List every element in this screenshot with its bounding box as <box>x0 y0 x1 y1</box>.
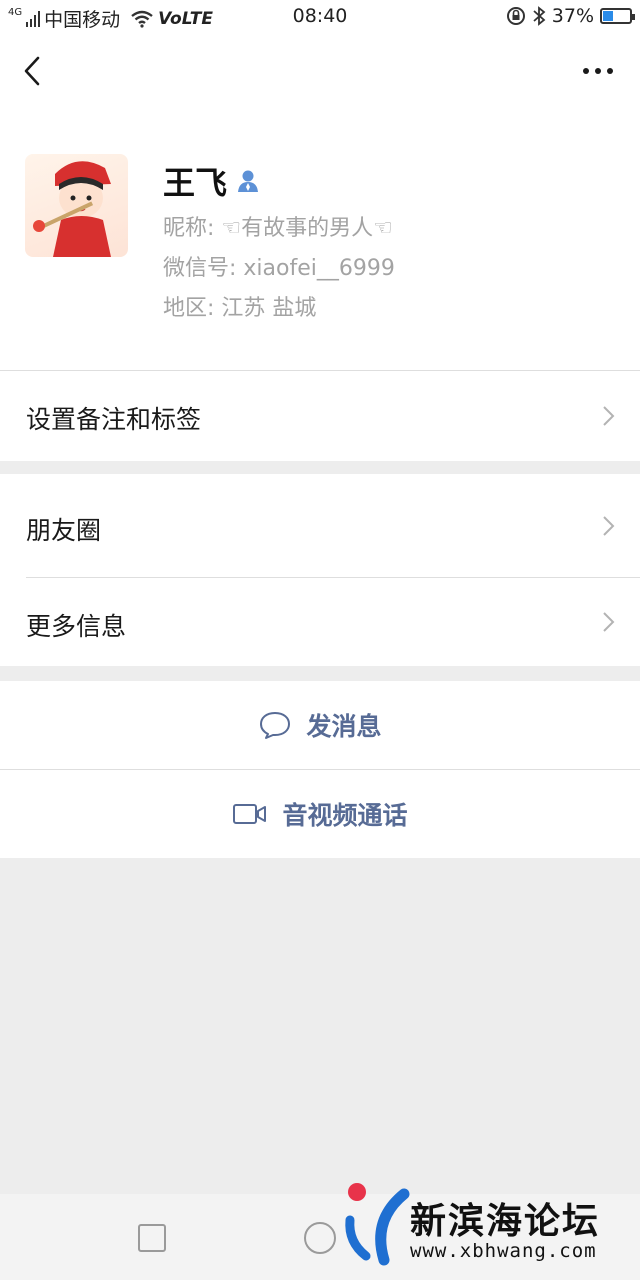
watermark: 新滨海论坛 www.xbhwang.com <box>342 1180 640 1280</box>
status-bar: 4G 中国移动 VoLTE 08:40 37% <box>0 0 640 34</box>
battery-level-fill <box>603 11 613 21</box>
avatar[interactable] <box>25 154 128 257</box>
profile-card: 王飞 昵称: ☜有故事的男人☜ 微信号: xiaofei__6999 地区: 江… <box>0 110 640 370</box>
chevron-right-icon <box>603 612 615 632</box>
row-more-info[interactable]: 更多信息 <box>0 578 640 666</box>
back-icon[interactable] <box>18 54 52 88</box>
status-right: 37% <box>506 5 635 27</box>
chat-bubble-icon <box>260 712 291 739</box>
nav-bar <box>0 34 640 110</box>
row-remarks-tags[interactable]: 设置备注和标签 <box>0 371 640 461</box>
avatar-illustration <box>33 161 111 257</box>
video-call-label: 音视频通话 <box>282 801 408 830</box>
home-button[interactable] <box>304 1222 336 1254</box>
more-info-label: 更多信息 <box>26 612 127 641</box>
battery-percent: 37% <box>551 5 594 27</box>
watermark-title: 新滨海论坛 <box>410 1201 601 1242</box>
video-camera-icon <box>233 804 267 824</box>
video-call-button[interactable]: 音视频通话 <box>0 770 640 858</box>
wechat-id-text: 微信号: xiaofei__6999 <box>163 256 395 281</box>
recent-apps-button[interactable] <box>138 1224 166 1252</box>
watermark-url: www.xbhwang.com <box>410 1240 597 1262</box>
gender-male-icon <box>238 170 259 192</box>
nickname-text: 昵称: ☜有故事的男人☜ <box>163 216 393 241</box>
moments-label: 朋友圈 <box>26 516 102 545</box>
name-row: 王飞 <box>163 158 261 204</box>
forum-logo <box>345 1183 410 1266</box>
more-options-icon[interactable] <box>578 56 618 86</box>
region-text: 地区: 江苏 盐城 <box>163 296 317 321</box>
rotation-lock-icon <box>506 7 525 25</box>
bluetooth-icon <box>533 6 546 26</box>
row-moments[interactable]: 朋友圈 <box>0 474 640 578</box>
send-message-label: 发消息 <box>306 712 382 741</box>
send-message-button[interactable]: 发消息 <box>0 681 640 769</box>
remarks-tags-label: 设置备注和标签 <box>26 405 202 434</box>
chevron-right-icon <box>603 406 615 426</box>
battery-icon <box>600 8 635 24</box>
chevron-right-icon <box>603 516 615 536</box>
contact-name: 王飞 <box>163 164 228 202</box>
